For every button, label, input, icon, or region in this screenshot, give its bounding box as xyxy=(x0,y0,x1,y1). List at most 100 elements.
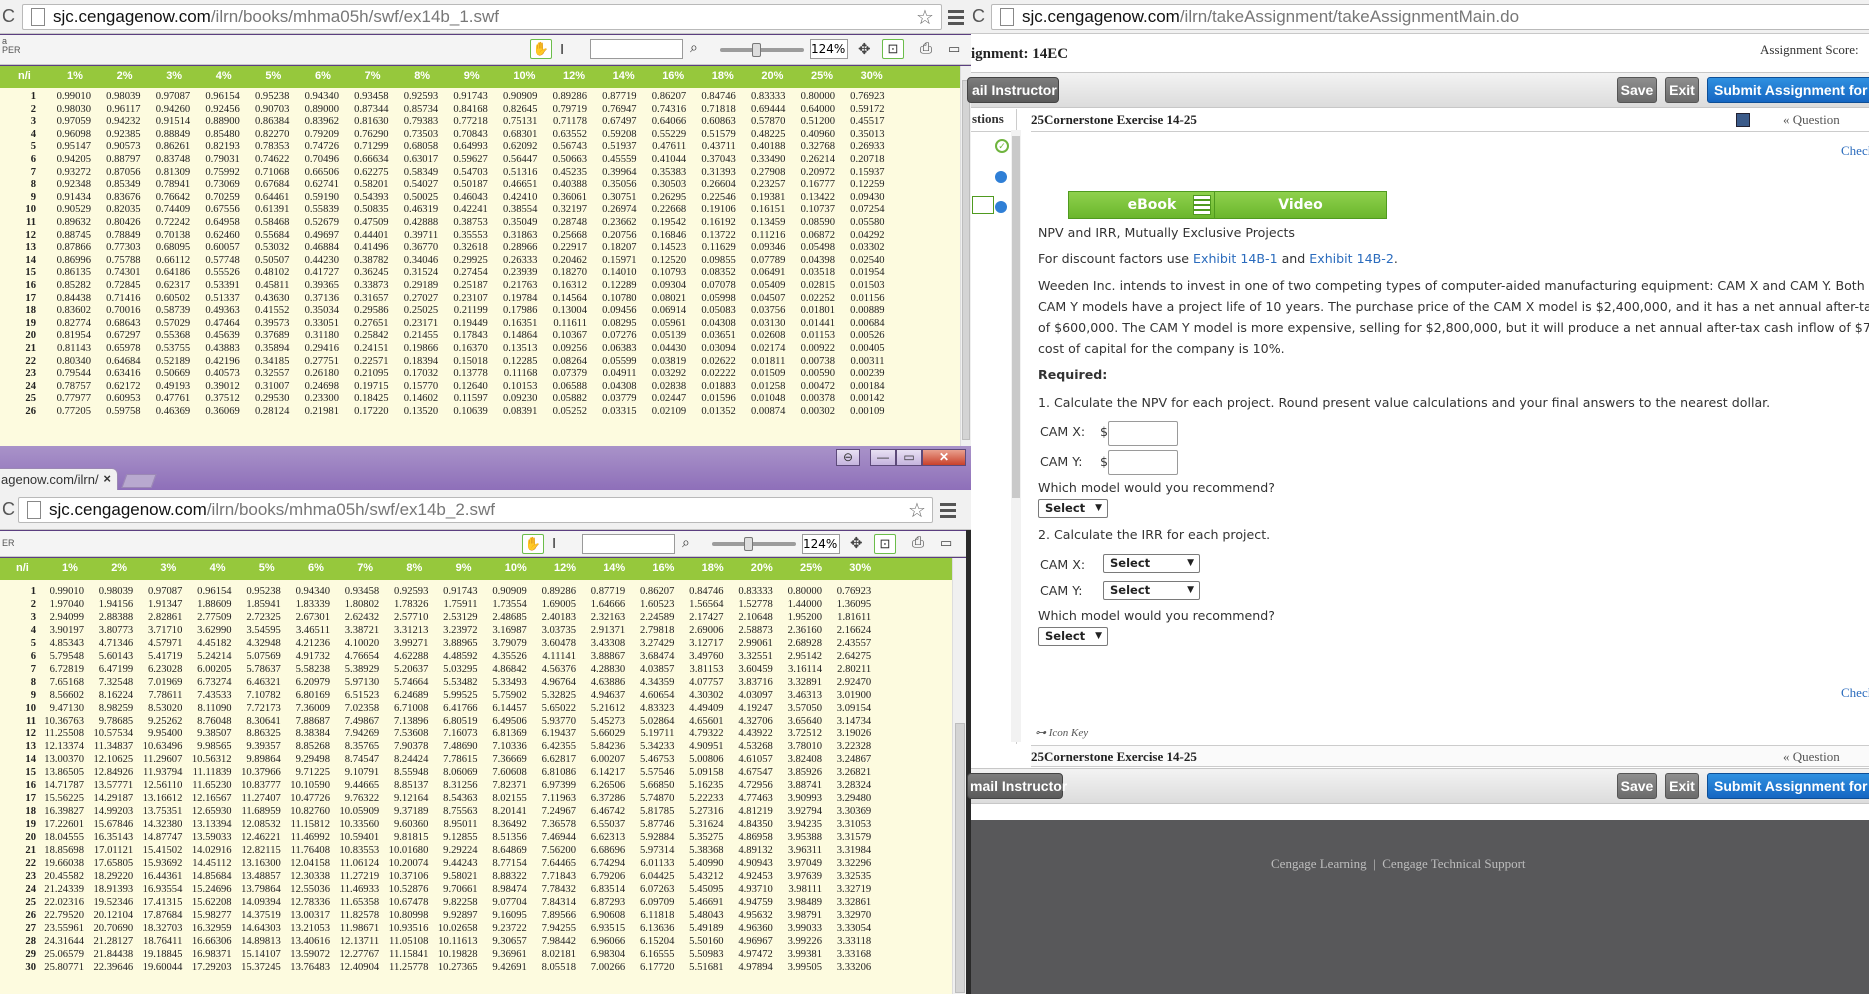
submit-assignment-button[interactable]: Submit Assignment for Gr xyxy=(1707,77,1869,103)
table-cell: 0.04308 xyxy=(701,317,736,329)
video-button[interactable]: Video xyxy=(1214,191,1387,219)
email-instructor-button[interactable]: ail Instructor xyxy=(967,77,1059,103)
table-cell: 0.66634 xyxy=(354,154,389,165)
table-cell: 0.51200 xyxy=(800,116,835,128)
table-cell: 12.08532 xyxy=(241,819,281,831)
save-button[interactable]: Save xyxy=(1617,77,1657,103)
content-scrollbar[interactable] xyxy=(1011,130,1021,742)
table-cell: 17.87684 xyxy=(142,909,183,921)
viewer-search-input[interactable] xyxy=(582,534,675,554)
second-window-tab[interactable]: agenow.com/ilrn/ × xyxy=(0,468,118,490)
exit-button-bottom[interactable]: Exit xyxy=(1665,773,1699,799)
chrome-menu-icon[interactable] xyxy=(948,7,964,28)
reload-icon[interactable]: C xyxy=(2,6,15,27)
left-scrollbar[interactable] xyxy=(960,66,971,446)
bookmark-star-icon[interactable]: ☆ xyxy=(916,5,934,30)
questions-link-bottom[interactable]: « Question xyxy=(1783,749,1840,765)
irr-camy-select[interactable]: Select xyxy=(1103,581,1200,600)
question-dot-icon[interactable] xyxy=(995,201,1007,213)
npv-recommend-select[interactable]: Select xyxy=(1038,499,1108,518)
reload-icon[interactable]: C xyxy=(2,499,15,520)
discount-period: . xyxy=(1393,251,1398,266)
npv-camx-input[interactable] xyxy=(1108,421,1178,446)
zoom-slider-knob[interactable] xyxy=(744,537,753,551)
magnifier-icon[interactable]: ⌕ xyxy=(690,39,698,56)
table-cell: 0.80340 xyxy=(56,355,91,367)
second-scrollbar[interactable] xyxy=(952,558,966,994)
table-cell: 6.62817 xyxy=(541,754,576,766)
table-cell: 4.53268 xyxy=(738,741,773,753)
row-period: 30 xyxy=(25,961,36,973)
zoom-slider-knob[interactable] xyxy=(752,43,761,57)
content-scrollbar-thumb[interactable] xyxy=(1012,136,1020,498)
hand-tool-icon[interactable]: ✋ xyxy=(522,534,544,554)
chrome-menu-icon[interactable] xyxy=(940,500,956,521)
maximize-button[interactable]: ▭ xyxy=(896,449,922,466)
minimize-button[interactable]: — xyxy=(870,449,896,466)
check-my-work-link[interactable]: Check My xyxy=(1841,143,1869,159)
table-cell: 0.01153 xyxy=(800,330,835,342)
table-cell: 7.16073 xyxy=(443,728,478,740)
exhibit-14b-2-link[interactable]: Exhibit 14B-2 xyxy=(1309,251,1394,266)
table-cell: 0.10639 xyxy=(453,406,488,417)
table-cell: 3.32970 xyxy=(836,909,872,921)
zoom-level[interactable]: 124% xyxy=(810,39,848,59)
exhibit-14b-1-link[interactable]: Exhibit 14B-1 xyxy=(1193,251,1278,266)
table-cell: 0.84746 xyxy=(689,586,724,597)
table-cell: 3.46511 xyxy=(295,624,330,636)
irr-camx-select[interactable]: Select xyxy=(1103,554,1200,573)
questions-tab[interactable]: stions xyxy=(972,111,1004,127)
table-cell: 0.50663 xyxy=(552,154,587,165)
user-icon[interactable]: ⊖ xyxy=(836,449,860,466)
table-cell: 0.97059 xyxy=(56,116,91,128)
table-cell: 2.67301 xyxy=(295,611,330,623)
left-url-field[interactable]: sjc.cengagenow.com/ilrn/books/mhma05h/sw… xyxy=(22,4,942,30)
new-tab-button[interactable] xyxy=(121,474,157,488)
fit-width-icon[interactable]: ⊡ xyxy=(882,39,904,59)
exit-button[interactable]: Exit xyxy=(1665,77,1699,103)
table-cell: 19.60044 xyxy=(142,961,183,973)
save-button-bottom[interactable]: Save xyxy=(1617,773,1657,799)
bookmark-star-icon[interactable]: ☆ xyxy=(908,498,926,523)
ebook-icon[interactable] xyxy=(972,196,994,214)
questions-link[interactable]: « Question xyxy=(1783,112,1840,128)
left-scrollbar-thumb[interactable] xyxy=(962,80,970,440)
submit-assignment-button-bottom[interactable]: Submit Assignment for Gr xyxy=(1707,773,1869,799)
hand-tool-icon[interactable]: ✋ xyxy=(530,39,552,59)
second-url-field[interactable]: sjc.cengagenow.com/ilrn/books/mhma05h/sw… xyxy=(18,497,933,523)
question-complete-icon[interactable]: ✓ xyxy=(995,139,1009,153)
npv-camy-input[interactable] xyxy=(1108,450,1178,475)
table-cell: 0.03651 xyxy=(701,330,736,342)
zoom-slider[interactable] xyxy=(720,48,804,52)
zoom-slider[interactable] xyxy=(712,542,796,546)
table-cell: 0.06491 xyxy=(750,267,786,279)
reload-icon[interactable]: C xyxy=(972,6,985,27)
tab-close-icon[interactable]: × xyxy=(103,471,111,486)
panel-icon[interactable]: ▭ xyxy=(948,41,960,57)
fit-width-icon[interactable]: ⊡ xyxy=(874,534,896,554)
text-cursor-icon[interactable]: I xyxy=(560,41,564,58)
fit-page-icon[interactable]: ✥ xyxy=(850,534,863,552)
print-icon[interactable]: ⎙ xyxy=(920,40,932,57)
magnifier-icon[interactable]: ⌕ xyxy=(682,534,690,551)
email-instructor-button-bottom[interactable]: mail Instructor xyxy=(967,773,1067,799)
table-cell: 4.11141 xyxy=(542,650,576,662)
second-scrollbar-thumb[interactable] xyxy=(955,723,965,993)
right-url-field[interactable]: sjc.cengagenow.com/ilrn/takeAssignment/t… xyxy=(991,4,1869,30)
video-icon[interactable] xyxy=(1193,195,1211,215)
irr-recommend-select[interactable]: Select xyxy=(1038,627,1108,646)
table-cell: 5.97130 xyxy=(344,676,380,688)
print-icon[interactable]: ⎙ xyxy=(912,534,924,551)
icon-key[interactable]: ⊶ Icon Key xyxy=(1035,726,1088,739)
check-my-work-link-bottom[interactable]: Check My xyxy=(1841,685,1869,701)
close-window-button[interactable]: ✕ xyxy=(922,449,966,466)
zoom-level[interactable]: 124% xyxy=(802,534,840,554)
footer-links[interactable]: Cengage Learning | Cengage Technical Sup… xyxy=(1271,856,1526,872)
viewer-search-input[interactable] xyxy=(590,39,683,59)
table-cell: 4.76654 xyxy=(344,650,380,662)
calculator-icon[interactable] xyxy=(1736,113,1750,127)
text-cursor-icon[interactable]: I xyxy=(552,535,556,552)
fit-page-icon[interactable]: ✥ xyxy=(858,40,871,58)
question-current-icon[interactable] xyxy=(995,171,1007,183)
panel-icon[interactable]: ▭ xyxy=(940,535,952,551)
